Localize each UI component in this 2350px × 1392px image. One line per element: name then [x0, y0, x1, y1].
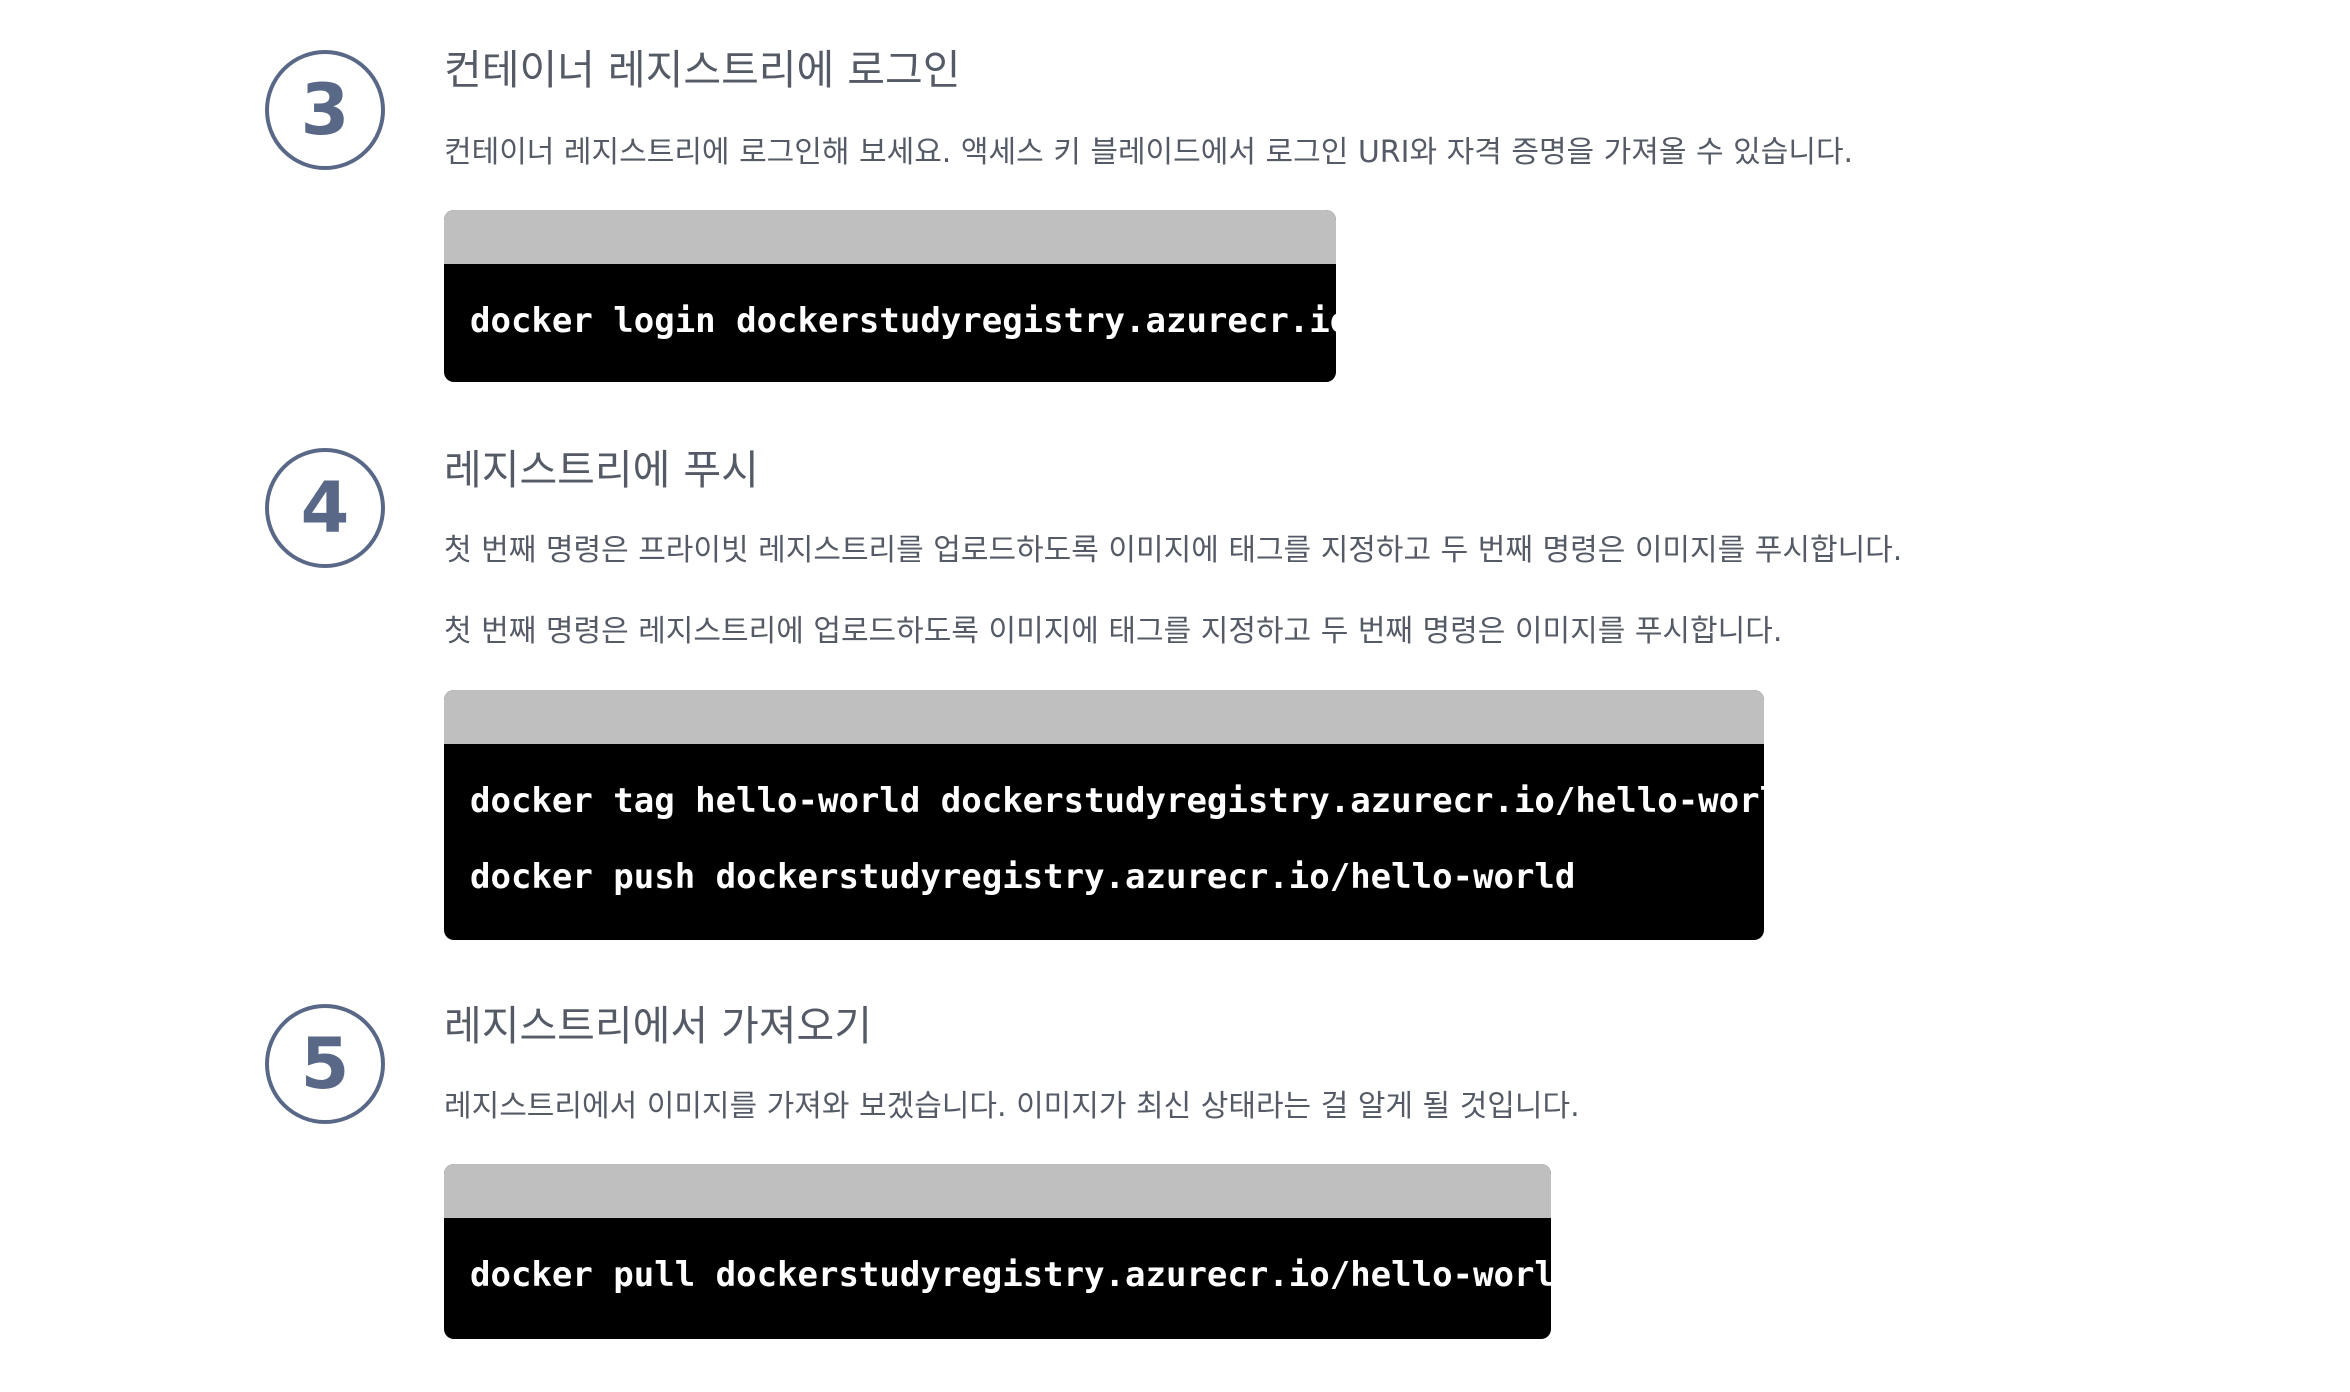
code-block: docker pull dockerstudyregistry.azurecr.…	[444, 1164, 1551, 1339]
step-description: 레지스트리에서 이미지를 가져와 보겠습니다. 이미지가 최신 상태라는 걸 알…	[444, 1089, 1580, 1124]
step-title: 레지스트리에서 가져오기	[444, 1002, 872, 1050]
code-block-body: docker pull dockerstudyregistry.azurecr.…	[444, 1218, 1551, 1292]
code-block: docker tag hello-world dockerstudyregist…	[444, 690, 1764, 940]
step-title: 컨테이너 레지스트리에 로그인	[444, 46, 961, 94]
code-block-body: docker login dockerstudyregistry.azurecr…	[444, 264, 1336, 338]
code-block: docker login dockerstudyregistry.azurecr…	[444, 210, 1336, 382]
step-title: 레지스트리에 푸시	[444, 446, 759, 494]
code-line[interactable]: docker push dockerstudyregistry.azurecr.…	[470, 860, 1738, 894]
code-line[interactable]: docker pull dockerstudyregistry.azurecr.…	[470, 1258, 1551, 1292]
step-description: 컨테이너 레지스트리에 로그인해 보세요. 액세스 키 블레이드에서 로그인 U…	[444, 135, 1854, 170]
step-number-badge: 5	[265, 1004, 385, 1124]
code-block-header	[444, 210, 1336, 264]
code-line[interactable]: docker login dockerstudyregistry.azurecr…	[470, 304, 1336, 338]
step-description: 첫 번째 명령은 레지스트리에 업로드하도록 이미지에 태그를 지정하고 두 번…	[444, 614, 1783, 649]
step-description: 첫 번째 명령은 프라이빗 레지스트리를 업로드하도록 이미지에 태그를 지정하…	[444, 533, 1903, 568]
code-line[interactable]: docker tag hello-world dockerstudyregist…	[470, 784, 1764, 818]
code-block-header	[444, 1164, 1551, 1218]
step-number-badge: 4	[265, 448, 385, 568]
step-number-badge: 3	[265, 50, 385, 170]
code-block-body: docker tag hello-world dockerstudyregist…	[444, 744, 1764, 894]
code-block-header	[444, 690, 1764, 744]
